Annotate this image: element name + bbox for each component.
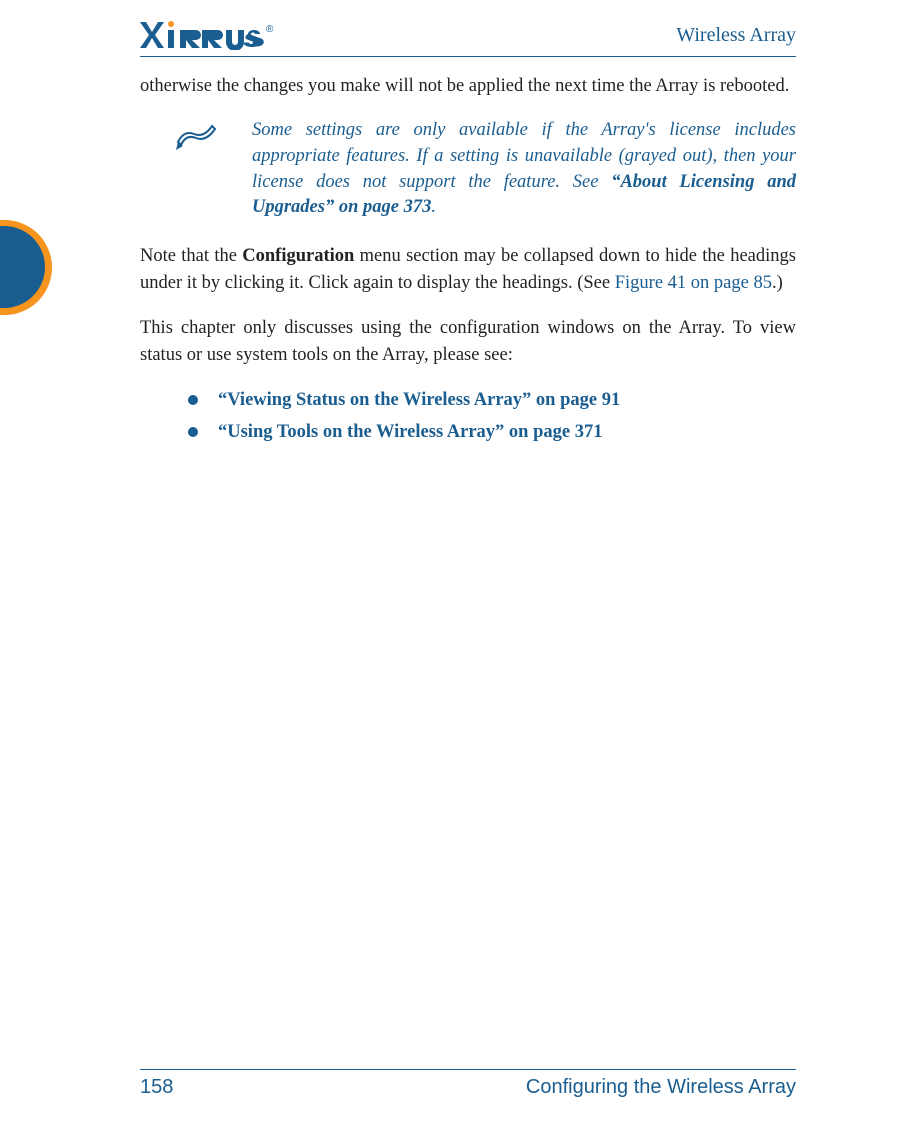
list-item: “Viewing Status on the Wireless Array” o…: [188, 387, 796, 414]
note-callout: Some settings are only available if the …: [140, 118, 796, 222]
para2-bold: Configuration: [242, 246, 354, 266]
xirrus-logo-icon: ®: [140, 20, 290, 50]
page-header: ® Wireless Array: [140, 20, 796, 57]
para2-pre: Note that the: [140, 246, 242, 266]
footer-section-title: Configuring the Wireless Array: [526, 1076, 796, 1099]
bullet-icon: [188, 427, 198, 437]
list-item: “Using Tools on the Wireless Array” on p…: [188, 419, 796, 446]
paragraph-continuation: otherwise the changes you make will not …: [140, 73, 796, 100]
paragraph-chapter-scope: This chapter only discusses using the co…: [140, 315, 796, 369]
crossref-link-using-tools[interactable]: “Using Tools on the Wireless Array” on p…: [218, 419, 602, 446]
page-number: 158: [140, 1076, 173, 1099]
svg-text:®: ®: [266, 24, 274, 35]
bullet-icon: [188, 395, 198, 405]
note-posttext: .: [431, 197, 436, 217]
bullet-list: “Viewing Status on the Wireless Array” o…: [188, 387, 796, 447]
brand-logo: ®: [140, 20, 290, 50]
crossref-link-viewing-status[interactable]: “Viewing Status on the Wireless Array” o…: [218, 387, 620, 414]
paragraph-configuration-note: Note that the Configuration menu section…: [140, 243, 796, 297]
note-body: Some settings are only available if the …: [252, 118, 796, 222]
figure-crossref-link[interactable]: Figure 41 on page 85: [615, 273, 772, 293]
pencil-note-icon: [168, 120, 224, 163]
page-footer: 158 Configuring the Wireless Array: [140, 1069, 796, 1099]
para2-post: .): [772, 273, 783, 293]
header-product-name: Wireless Array: [676, 24, 796, 47]
page-content: ® Wireless Array otherwise the changes y…: [0, 0, 901, 1137]
